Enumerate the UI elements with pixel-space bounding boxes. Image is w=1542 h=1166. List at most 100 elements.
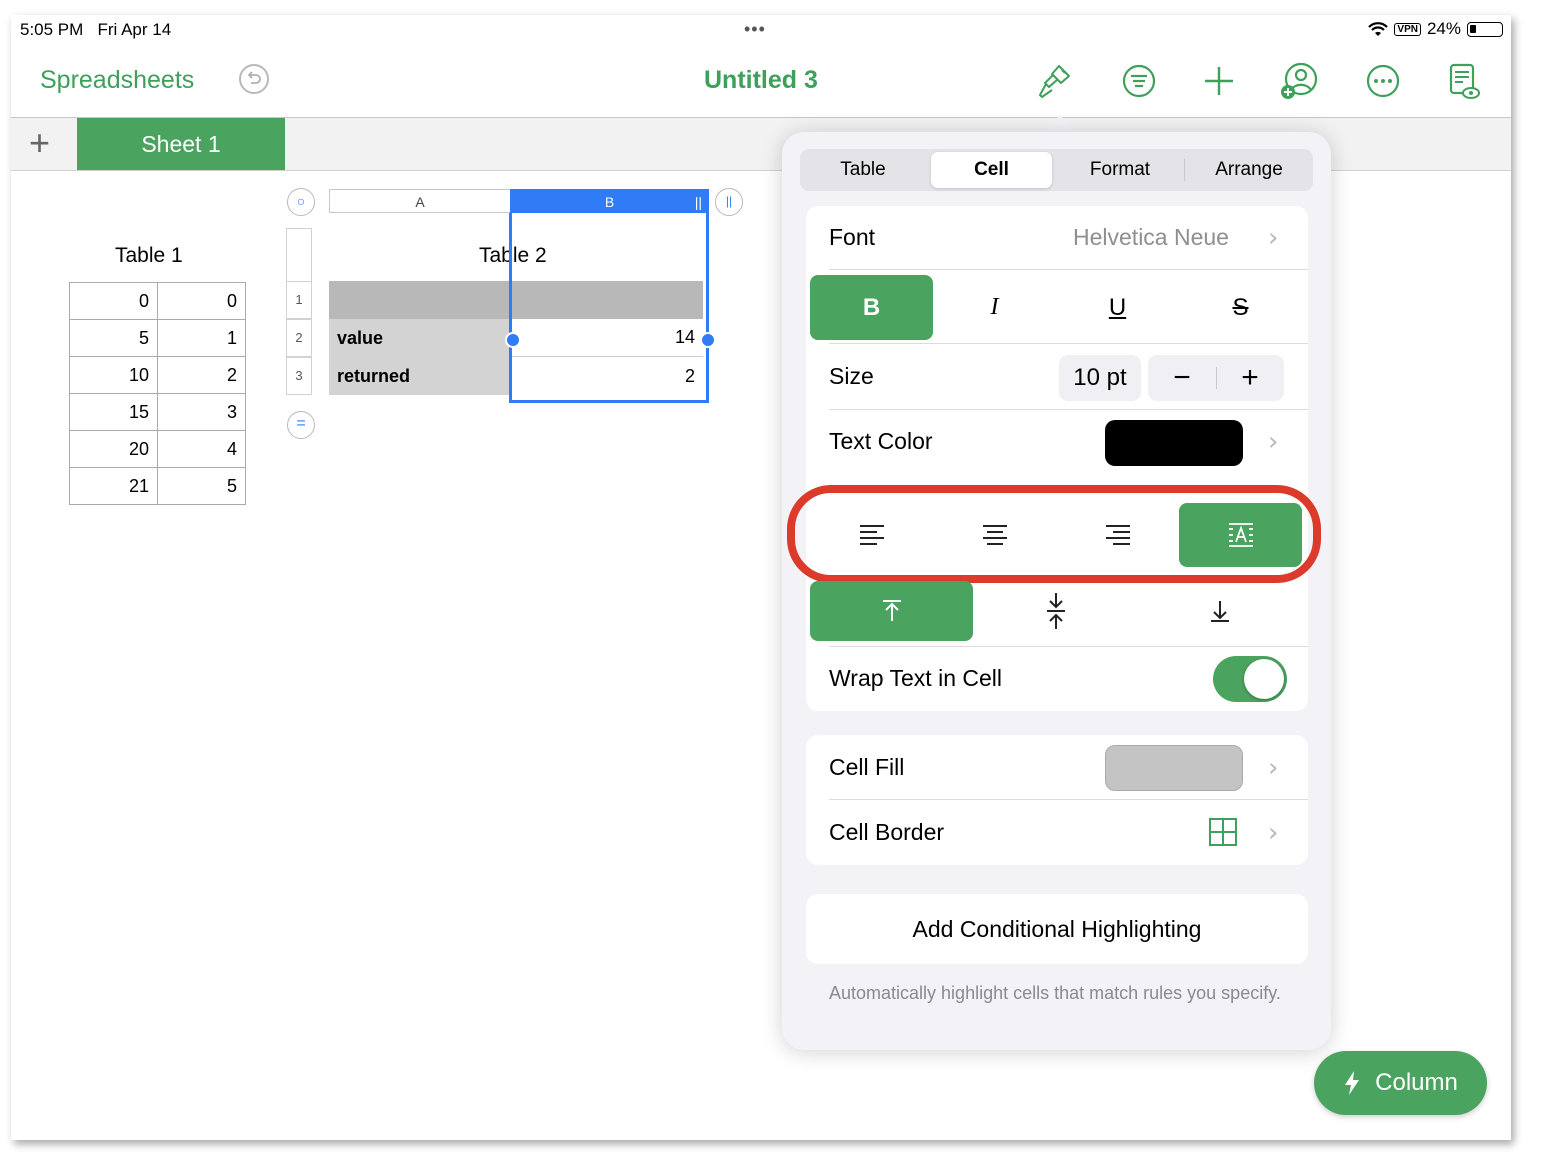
bold-button[interactable]: B bbox=[810, 275, 933, 340]
table-1-title[interactable]: Table 1 bbox=[115, 244, 183, 268]
table-row: 21 5 bbox=[69, 467, 246, 505]
table-1[interactable]: 00 51 10 2 15 3 20 4 21 5 bbox=[69, 282, 246, 505]
table-cell[interactable]: 5 bbox=[157, 467, 246, 505]
table-cell[interactable]: 2 bbox=[510, 357, 703, 395]
conditional-highlighting-footnote: Automatically highlight cells that match… bbox=[829, 983, 1281, 1003]
table-cell[interactable]: returned bbox=[329, 357, 510, 395]
table-row: 15 3 bbox=[69, 393, 246, 431]
organize-menu-icon[interactable] bbox=[1119, 61, 1159, 101]
divider bbox=[829, 646, 1308, 647]
multitasking-dots[interactable]: ••• bbox=[744, 19, 766, 40]
increase-size-button[interactable]: + bbox=[1216, 355, 1284, 401]
reading-view-icon[interactable] bbox=[1443, 61, 1483, 101]
table-cell[interactable]: 3 bbox=[157, 393, 246, 431]
cell-fill-label: Cell Fill bbox=[829, 754, 905, 780]
table-row: 00 bbox=[69, 282, 246, 320]
table-cell[interactable]: 4 bbox=[157, 430, 246, 468]
table-select-handle[interactable]: ○ bbox=[287, 188, 315, 216]
valign-bottom-button[interactable] bbox=[1138, 581, 1301, 641]
table-cell[interactable]: 15 bbox=[69, 393, 158, 431]
chevron-right-icon: › bbox=[1268, 427, 1279, 457]
chevron-right-icon: › bbox=[1268, 223, 1279, 253]
selection-handle-right[interactable] bbox=[700, 332, 716, 348]
row-header-3[interactable]: 3 bbox=[286, 357, 312, 395]
status-time: 5:05 PM Fri Apr 14 bbox=[20, 20, 172, 39]
battery-icon bbox=[1467, 21, 1503, 37]
strikethrough-button[interactable]: S bbox=[1179, 275, 1302, 340]
undo-button[interactable] bbox=[239, 64, 269, 94]
ipad-screen: 5:05 PM Fri Apr 14 ••• VPN 24% Spreadshe… bbox=[11, 15, 1511, 1140]
lightning-icon bbox=[1345, 1071, 1360, 1095]
cell-fill-swatch[interactable] bbox=[1105, 745, 1243, 791]
wifi-icon bbox=[1368, 21, 1389, 36]
valign-middle-button[interactable] bbox=[974, 581, 1137, 641]
font-size-value[interactable]: 10 pt bbox=[1059, 355, 1141, 401]
column-header-b-selected[interactable]: B || bbox=[510, 189, 709, 213]
valign-top-button[interactable] bbox=[810, 581, 973, 641]
table-cell[interactable]: 0 bbox=[157, 282, 246, 320]
italic-button[interactable]: I bbox=[933, 275, 1056, 340]
wrap-text-toggle[interactable] bbox=[1213, 656, 1287, 702]
selection-handle-left[interactable] bbox=[505, 332, 521, 348]
status-indicators: VPN 24% bbox=[1368, 19, 1503, 39]
table-cell[interactable]: 2 bbox=[157, 356, 246, 394]
tab-cell[interactable]: Cell bbox=[931, 152, 1052, 188]
add-sheet-button[interactable]: + bbox=[29, 125, 50, 161]
divider bbox=[829, 409, 1308, 410]
table-cell[interactable]: 20 bbox=[69, 430, 158, 468]
table-cell[interactable]: 14 bbox=[510, 319, 703, 357]
table-row: 10 2 bbox=[69, 356, 246, 394]
segment-separator bbox=[1184, 159, 1185, 181]
add-conditional-highlighting-button[interactable]: Add Conditional Highlighting bbox=[806, 894, 1308, 964]
text-color-swatch[interactable] bbox=[1105, 420, 1243, 466]
table-row: 51 bbox=[69, 319, 246, 357]
underline-button[interactable]: U bbox=[1056, 275, 1179, 340]
collaborate-icon[interactable] bbox=[1279, 61, 1319, 101]
table-cell[interactable]: 5 bbox=[69, 319, 158, 357]
wrap-text-label: Wrap Text in Cell bbox=[829, 665, 1002, 691]
row-header-2[interactable]: 2 bbox=[286, 319, 312, 357]
insert-plus-icon[interactable] bbox=[1199, 61, 1239, 101]
align-middle-icon bbox=[1046, 593, 1065, 629]
table-cell[interactable]: value bbox=[329, 319, 510, 357]
table-2-header-row[interactable] bbox=[329, 281, 703, 319]
divider bbox=[829, 269, 1308, 270]
cell-border-grid-icon[interactable] bbox=[1208, 817, 1238, 847]
paintbrush-format-icon[interactable] bbox=[1036, 61, 1076, 101]
decrease-size-button[interactable]: − bbox=[1148, 355, 1216, 401]
font-value[interactable]: Helvetica Neue bbox=[1073, 224, 1229, 251]
battery-percent: 24% bbox=[1426, 19, 1461, 38]
cell-border-label: Cell Border bbox=[829, 819, 945, 845]
font-size-stepper: − + bbox=[1148, 355, 1284, 401]
align-bottom-icon bbox=[1210, 601, 1229, 622]
add-row-handle[interactable]: = bbox=[287, 411, 315, 439]
row-header-1[interactable]: 1 bbox=[286, 281, 312, 319]
row-header-title bbox=[286, 228, 312, 281]
table-row: 20 4 bbox=[69, 430, 246, 468]
table-2-title[interactable]: Table 2 bbox=[479, 244, 547, 268]
tab-table[interactable]: Table bbox=[803, 152, 923, 188]
document-title[interactable]: Untitled 3 bbox=[704, 66, 818, 95]
undo-icon bbox=[247, 71, 261, 84]
column-action-label: Column bbox=[1375, 1069, 1458, 1096]
column-header-a[interactable]: A bbox=[329, 189, 511, 213]
table-cell[interactable]: 0 bbox=[69, 282, 158, 320]
popover-arrow bbox=[1042, 115, 1078, 133]
divider bbox=[829, 343, 1308, 344]
more-options-icon[interactable] bbox=[1363, 61, 1403, 101]
text-color-label: Text Color bbox=[829, 428, 933, 454]
highlight-annotation-ring bbox=[787, 485, 1321, 583]
spreadsheets-back-button[interactable]: Spreadsheets bbox=[40, 66, 194, 95]
divider bbox=[829, 799, 1308, 800]
tab-sheet-1[interactable]: Sheet 1 bbox=[77, 118, 285, 170]
add-column-handle[interactable]: || bbox=[715, 188, 743, 216]
size-label: Size bbox=[829, 363, 874, 389]
table-cell[interactable]: 10 bbox=[69, 356, 158, 394]
tab-arrange[interactable]: Arrange bbox=[1186, 152, 1312, 188]
font-label: Font bbox=[829, 224, 876, 250]
column-drag-handle-icon[interactable]: || bbox=[695, 190, 702, 214]
table-cell[interactable]: 1 bbox=[157, 319, 246, 357]
table-cell[interactable]: 21 bbox=[69, 467, 158, 505]
tab-format[interactable]: Format bbox=[1057, 152, 1183, 188]
column-action-button[interactable]: Column bbox=[1314, 1051, 1487, 1115]
